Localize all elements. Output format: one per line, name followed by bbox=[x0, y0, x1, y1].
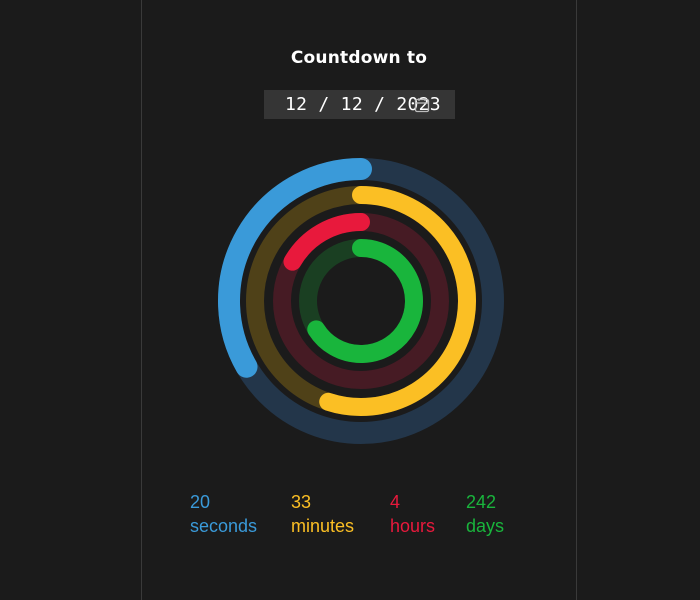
date-input[interactable]: 12 / 12 / 2023 bbox=[264, 90, 455, 119]
minutes-label: minutes bbox=[291, 516, 355, 536]
minutes-value: 33 bbox=[291, 492, 312, 512]
hours-value: 4 bbox=[390, 492, 401, 512]
days-label: days bbox=[466, 516, 505, 536]
hours-label: hours bbox=[390, 516, 436, 536]
legend-seconds: 20 seconds bbox=[190, 490, 257, 538]
calendar-icon[interactable] bbox=[414, 97, 430, 113]
legend-days: 242 days bbox=[466, 490, 504, 538]
page-title: Countdown to bbox=[290, 48, 428, 68]
days-value: 242 bbox=[466, 492, 497, 512]
countdown-rings bbox=[218, 158, 504, 444]
seconds-value: 20 bbox=[190, 492, 211, 512]
app-frame: Countdown to 12 / 12 / 2023 20 seconds 3… bbox=[0, 0, 700, 600]
seconds-label: seconds bbox=[190, 516, 258, 536]
countdown-panel: Countdown to 12 / 12 / 2023 20 seconds 3… bbox=[141, 0, 577, 600]
legend-hours: 4 hours bbox=[390, 490, 435, 538]
legend-minutes: 33 minutes bbox=[291, 490, 354, 538]
countdown-legend: 20 seconds 33 minutes 4 hours 242 days bbox=[142, 490, 578, 550]
